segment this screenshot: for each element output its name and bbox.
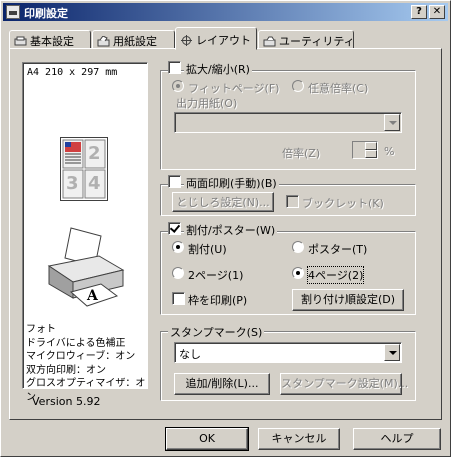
preview-page-4: 4: [88, 173, 101, 194]
chevron-down-icon[interactable]: [384, 344, 400, 361]
zoom-label[interactable]: 拡大/縮小(R): [184, 61, 252, 77]
scale-label: 倍率(Z): [282, 147, 321, 160]
nup-label: 割付(U): [188, 243, 227, 256]
preview-page-2: 2: [88, 143, 101, 164]
version-text: Version 5.92: [32, 395, 101, 408]
multipage-label[interactable]: 割付/ポスター(W): [184, 222, 278, 238]
close-button[interactable]: ✕: [429, 5, 445, 19]
fit-page-label: フィットページ(F): [188, 82, 280, 95]
microweave-text: マイクロウィーブ：オン: [26, 351, 136, 362]
scale-unit: %: [384, 145, 395, 158]
nup-radio[interactable]: [172, 241, 184, 253]
poster-label: ポスター(T): [308, 243, 368, 256]
stamp-selected-value: なし: [179, 348, 201, 361]
window-title: 印刷設定: [24, 7, 68, 20]
utility-icon: [263, 36, 276, 47]
booklet-label: ブックレット(K): [302, 197, 384, 210]
tab-strip: 基本設定 用紙設定 レイアウト ユーティリティ: [9, 27, 439, 50]
stamp-label: スタンプマーク(S): [168, 324, 265, 340]
preview-page-3: 3: [66, 173, 79, 194]
duplex-label[interactable]: 両面印刷(手動)(B): [184, 175, 279, 191]
custom-scale-radio[interactable]: [292, 80, 304, 92]
print-info: フォト ドライバによる色補正 マイクロウィーブ：オン 双方向印刷：オン グロスオ…: [26, 323, 147, 404]
tab-utility[interactable]: ユーティリティ: [258, 30, 355, 49]
layout-icon: [181, 35, 192, 46]
multipage-checkbox[interactable]: [168, 222, 181, 235]
help-button[interactable]: ヘルプ: [353, 428, 441, 450]
print-border-label: 枠を印刷(P): [188, 294, 248, 307]
preview-pane: A4 210 x 297 mm 2 3 4 A フォト ドライバによる色補正 マ…: [22, 62, 148, 403]
spin-up-icon[interactable]: [365, 142, 377, 150]
duplex-checkbox[interactable]: [168, 175, 181, 188]
tab-basic-settings[interactable]: 基本設定: [9, 30, 91, 49]
two-pages-radio[interactable]: [172, 267, 184, 279]
fit-page-radio[interactable]: [172, 80, 184, 92]
custom-scale-label: 任意倍率(C): [308, 82, 369, 95]
spin-down-icon[interactable]: [365, 150, 377, 158]
print-border-checkbox[interactable]: [172, 292, 185, 305]
output-paper-select[interactable]: [174, 112, 402, 133]
printer-illustration: A: [47, 227, 125, 307]
stamp-add-delete-button[interactable]: 追加/削除(L)...: [174, 373, 270, 395]
scale-spinner[interactable]: [352, 141, 378, 159]
booklet-checkbox[interactable]: [286, 195, 299, 208]
basic-settings-icon: [14, 36, 27, 46]
poster-radio[interactable]: [292, 241, 304, 253]
color-correction-text: ドライバによる色補正: [26, 337, 126, 349]
binding-margin-button[interactable]: とじしろ設定(N)...: [172, 192, 274, 212]
title-bar: 印刷設定 ? ✕: [3, 3, 448, 21]
four-pages-label: 4ページ(2): [306, 266, 365, 284]
svg-text:A: A: [86, 288, 99, 304]
four-pages-radio[interactable]: [292, 267, 304, 279]
layout-tab-page: A4 210 x 297 mm 2 3 4 A フォト ドライバによる色補正 マ…: [9, 48, 442, 420]
zoom-checkbox[interactable]: [168, 61, 181, 74]
two-pages-label: 2ページ(1): [188, 269, 244, 282]
paper-size-text: A4 210 x 297 mm: [27, 67, 118, 78]
chevron-down-icon: [384, 114, 400, 131]
tab-paper-settings[interactable]: 用紙設定: [92, 30, 175, 49]
stamp-settings-button[interactable]: スタンプマーク設定(M)...: [280, 373, 408, 395]
output-paper-label: 出力用紙(O): [176, 97, 238, 110]
ok-button[interactable]: OK: [165, 427, 249, 451]
print-settings-window: 印刷設定 ? ✕ 基本設定 用紙設定 レイアウト ユーティリティ A4 210 …: [0, 0, 451, 457]
printer-app-icon: [6, 5, 20, 19]
print-mode-text: フォト: [26, 324, 56, 335]
help-question-button[interactable]: ?: [411, 5, 427, 19]
paper-settings-icon: [97, 36, 110, 47]
tab-layout[interactable]: レイアウト: [175, 27, 257, 50]
stamp-select[interactable]: なし: [174, 342, 402, 363]
bidirectional-text: 双方向印刷：オン: [26, 364, 106, 376]
layout-order-button[interactable]: 割り付け順設定(D): [292, 289, 404, 311]
cancel-button[interactable]: キャンセル: [258, 428, 340, 450]
